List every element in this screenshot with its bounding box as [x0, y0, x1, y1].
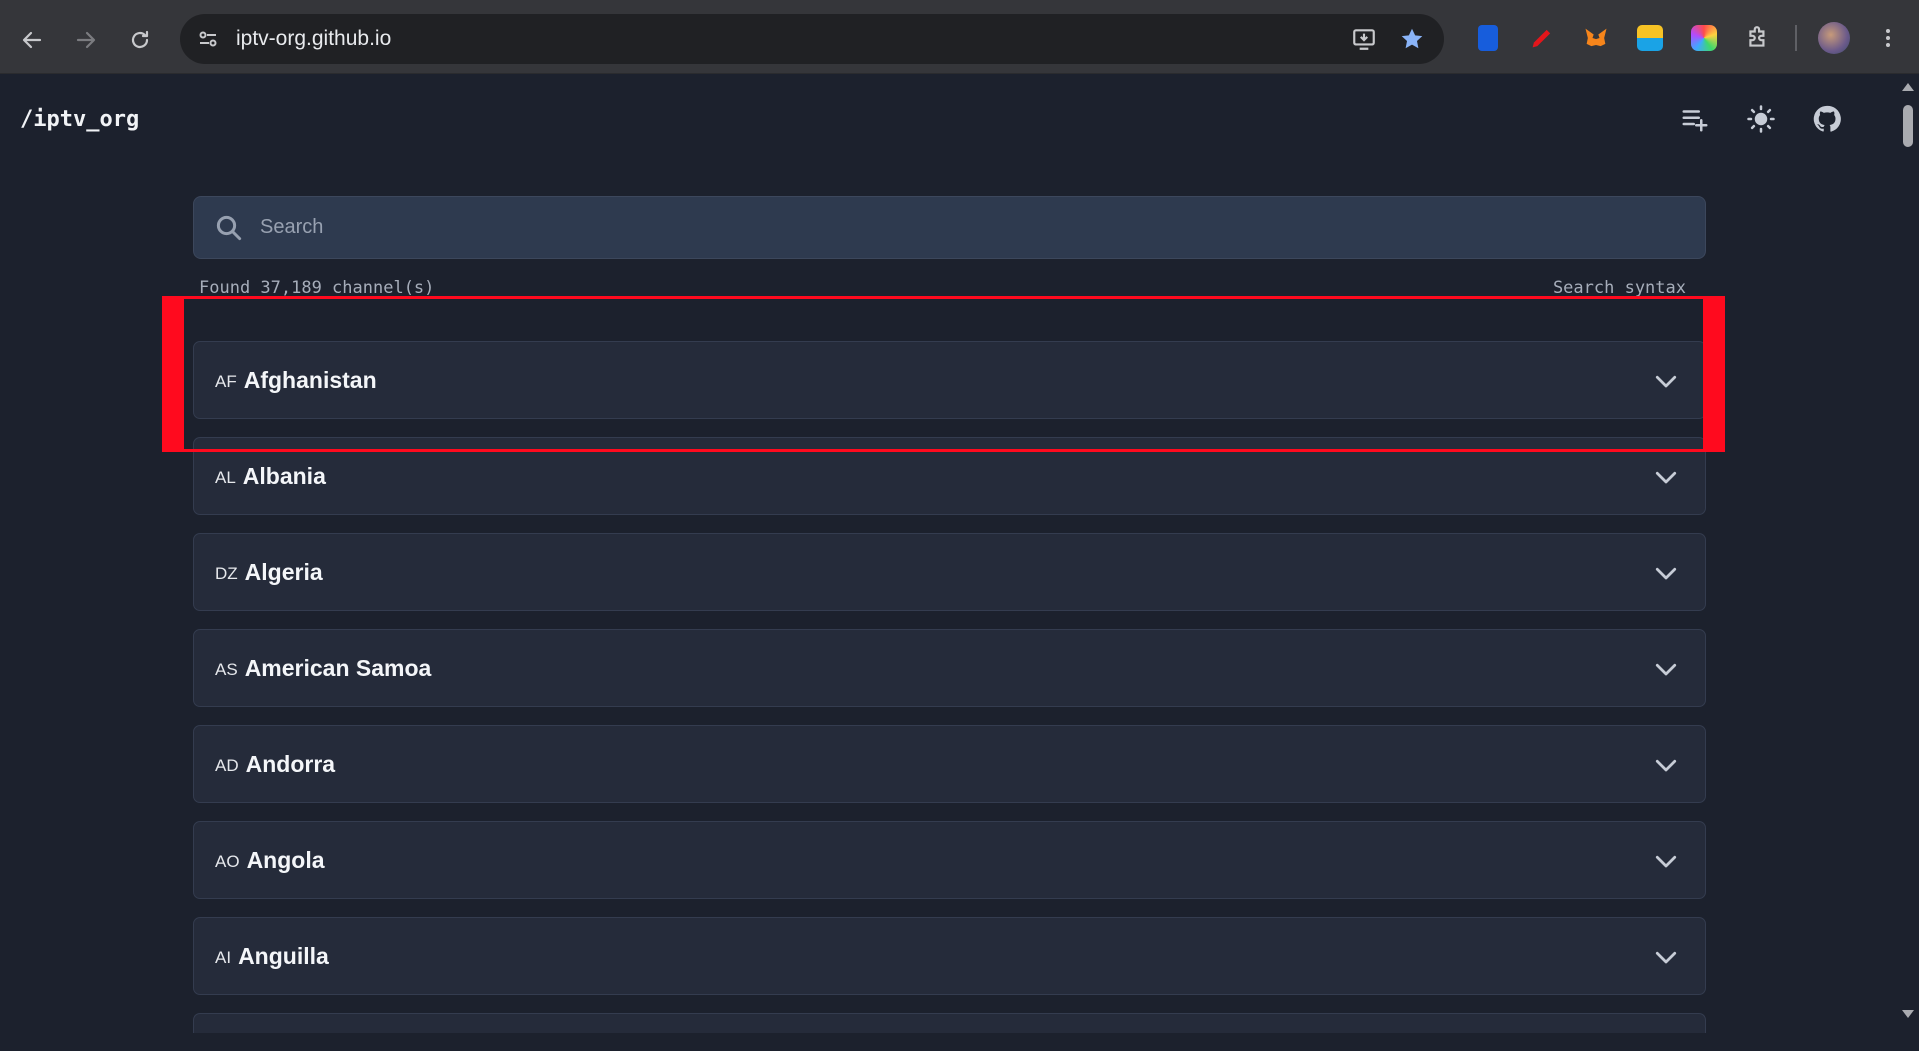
chevron-down-icon — [1655, 567, 1677, 580]
chevron-down-icon — [1655, 951, 1677, 964]
country-item-next[interactable] — [193, 1013, 1706, 1033]
bookmark-star-button[interactable] — [1392, 19, 1432, 59]
webp-converter-icon — [1637, 25, 1663, 51]
site-logo[interactable]: /iptv_org — [20, 107, 139, 132]
country-item-albania[interactable]: AL Albania — [193, 437, 1706, 515]
url-text[interactable]: iptv-org.github.io — [236, 27, 391, 51]
country-name: Anguilla — [238, 942, 329, 969]
profile-button[interactable] — [1813, 17, 1855, 59]
forward-button[interactable] — [66, 20, 106, 60]
color-picker-extension[interactable] — [1683, 17, 1725, 59]
bitwarden-icon — [1478, 25, 1498, 51]
scroll-down-arrow[interactable] — [1902, 1010, 1914, 1018]
highlighter-icon — [1532, 29, 1551, 48]
country-name: American Samoa — [244, 654, 432, 681]
playlist-add-button[interactable] — [1675, 99, 1715, 139]
reload-button[interactable] — [120, 20, 160, 60]
country-name: Andorra — [245, 750, 336, 777]
install-app-button[interactable] — [1344, 19, 1384, 59]
sun-icon — [1747, 105, 1775, 133]
back-button[interactable] — [12, 20, 52, 60]
country-code: AD — [215, 756, 239, 775]
country-code: AL — [215, 468, 236, 487]
github-icon — [1813, 105, 1841, 132]
color-picker-icon — [1691, 25, 1717, 51]
extensions-puzzle-icon — [1749, 26, 1765, 47]
site-info-button[interactable] — [188, 19, 228, 59]
country-name: Afghanistan — [243, 366, 377, 393]
playlist-add-icon — [1682, 110, 1708, 132]
chevron-down-icon — [1655, 759, 1677, 772]
arrow-right-icon — [76, 31, 96, 49]
tune-icon — [199, 31, 217, 47]
search-syntax-link[interactable]: Search syntax — [1553, 278, 1686, 298]
country-item-algeria[interactable]: DZ Algeria — [193, 533, 1706, 611]
scrollbar-thumb[interactable] — [1903, 105, 1913, 147]
search-box[interactable] — [193, 196, 1706, 259]
bitwarden-extension[interactable] — [1467, 17, 1509, 59]
country-item-angola[interactable]: AO Angola — [193, 821, 1706, 899]
highlighter-extension[interactable] — [1521, 17, 1563, 59]
star-icon — [1401, 28, 1423, 49]
webp-converter-extension[interactable] — [1629, 17, 1671, 59]
page-content: /iptv_org Found 37,189 channel(s) Search… — [0, 75, 1897, 1033]
metamask-icon — [1585, 28, 1607, 47]
chevron-down-icon — [1655, 471, 1677, 484]
country-code: AF — [215, 372, 237, 391]
results-count: Found 37,189 channel(s) — [199, 278, 435, 298]
country-item-andorra[interactable]: AD Andorra — [193, 725, 1706, 803]
toolbar-divider — [1795, 25, 1797, 51]
reload-icon — [131, 30, 149, 49]
country-item-anguilla[interactable]: AI Anguilla — [193, 917, 1706, 995]
extensions-menu-button[interactable] — [1737, 17, 1779, 59]
chevron-down-icon — [1655, 855, 1677, 868]
chevron-down-icon — [1655, 375, 1677, 388]
country-name: Algeria — [244, 558, 323, 585]
country-code: DZ — [215, 564, 238, 583]
extensions-area — [1467, 17, 1909, 59]
page-scrollbar[interactable] — [1897, 75, 1919, 1024]
avatar — [1818, 22, 1850, 54]
github-link[interactable] — [1807, 99, 1847, 139]
country-item-afghanistan[interactable]: AF Afghanistan — [193, 341, 1706, 419]
theme-toggle-button[interactable] — [1741, 99, 1781, 139]
country-code: AI — [215, 948, 232, 967]
address-bar[interactable]: iptv-org.github.io — [180, 14, 1444, 64]
country-list: AF Afghanistan AL Albania DZ Algeria AS … — [193, 341, 1706, 1051]
country-item-american-samoa[interactable]: AS American Samoa — [193, 629, 1706, 707]
country-name: Angola — [246, 846, 325, 873]
country-code: AO — [215, 852, 240, 871]
header-actions — [1675, 99, 1847, 139]
chevron-down-icon — [1655, 663, 1677, 676]
search-input[interactable] — [258, 207, 1705, 248]
country-name: Albania — [242, 462, 326, 489]
more-vertical-icon — [1886, 29, 1890, 47]
country-code: AS — [215, 660, 238, 679]
scroll-up-arrow[interactable] — [1902, 83, 1914, 91]
install-app-icon — [1353, 29, 1375, 50]
search-icon — [216, 215, 242, 240]
browser-toolbar: iptv-org.github.io — [0, 0, 1919, 74]
metamask-extension[interactable] — [1575, 17, 1617, 59]
arrow-left-icon — [22, 31, 42, 49]
browser-menu-button[interactable] — [1867, 17, 1909, 59]
